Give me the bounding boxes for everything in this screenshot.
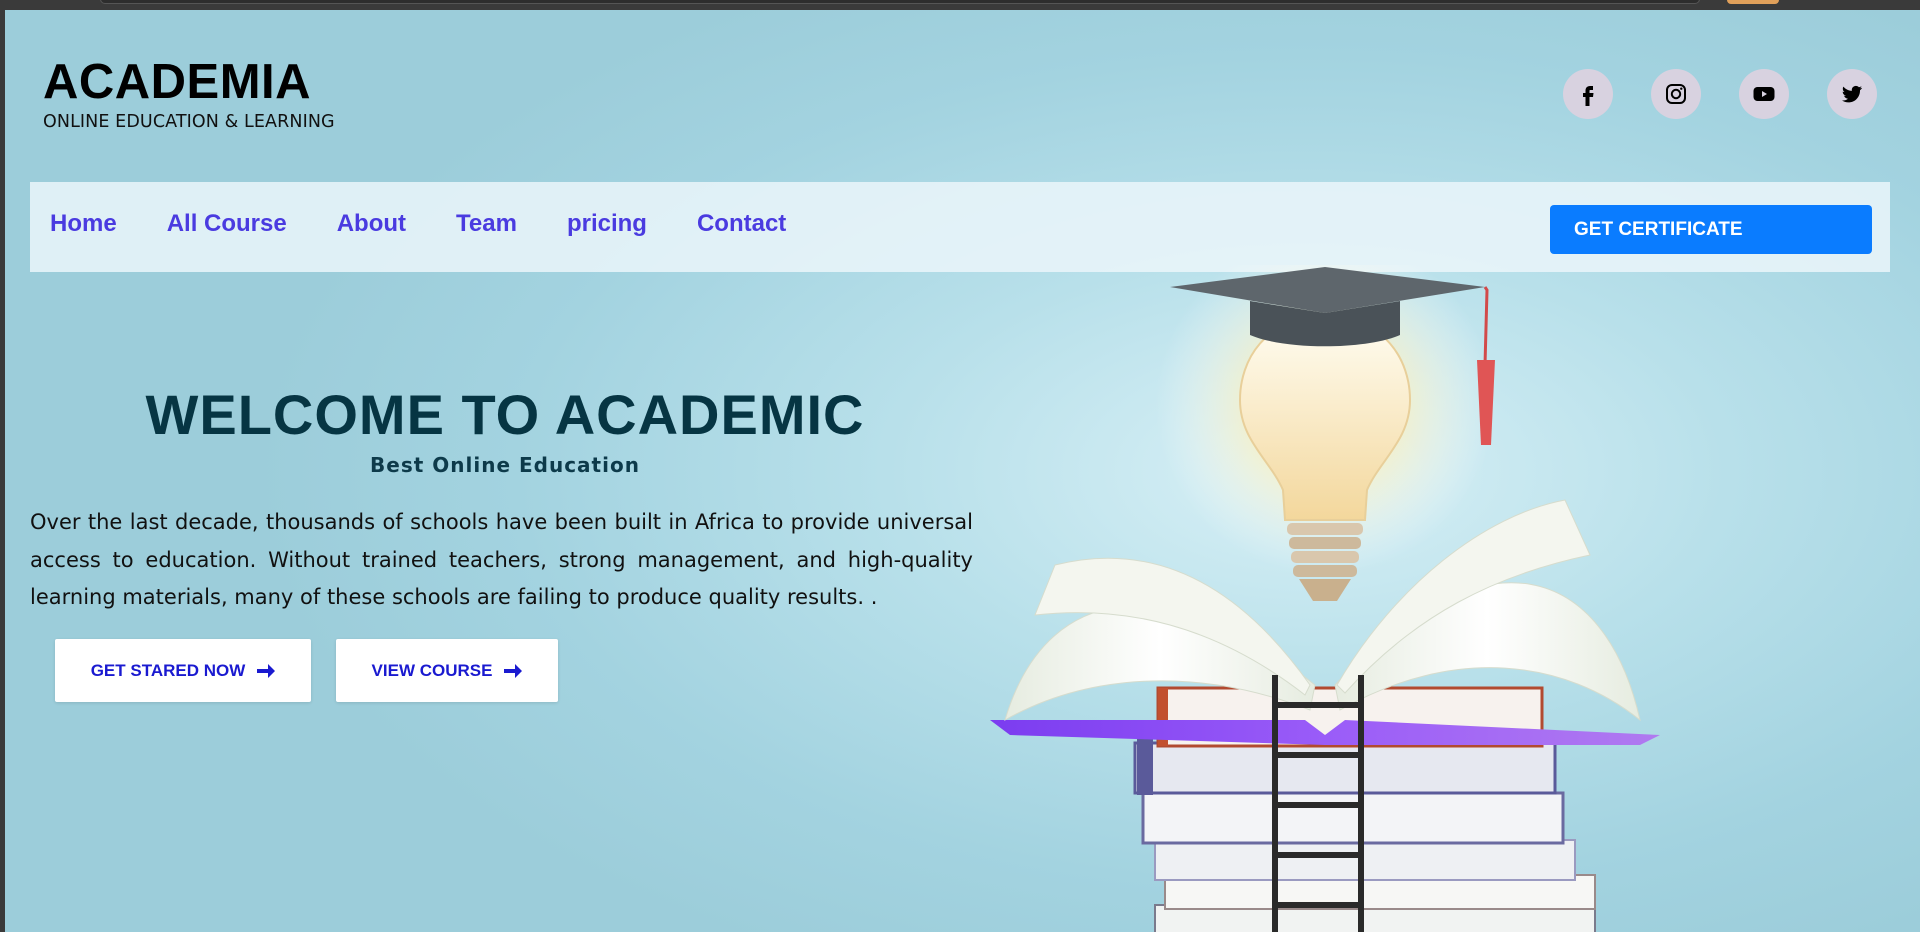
instagram-link[interactable] [1651, 69, 1701, 119]
nav-contact[interactable]: Contact [697, 210, 786, 238]
youtube-link[interactable] [1739, 69, 1789, 119]
view-course-button[interactable]: VIEW COURSE [336, 639, 558, 702]
hero-illustration [990, 265, 1660, 932]
get-started-label: GET STARED NOW [90, 660, 246, 680]
hero-title: WELCOME TO ACADEMIC [145, 383, 865, 446]
brand-subtitle: ONLINE EDUCATION & LEARNING [43, 112, 335, 132]
browser-badge [1727, 0, 1779, 4]
brand[interactable]: ACADEMIA ONLINE EDUCATION & LEARNING [43, 54, 335, 132]
get-certificate-button[interactable]: GET CERTIFICATE [1550, 205, 1872, 254]
nav-about[interactable]: About [337, 210, 406, 238]
youtube-icon [1753, 87, 1775, 101]
address-bar[interactable] [100, 0, 1700, 4]
nav-all-course[interactable]: All Course [167, 210, 287, 238]
twitter-link[interactable] [1827, 69, 1877, 119]
hero-subtitle: Best Online Education [370, 453, 640, 477]
hero-description: Over the last decade, thousands of schoo… [30, 510, 973, 609]
page: ACADEMIA ONLINE EDUCATION & LEARNING Hom… [5, 10, 1920, 932]
instagram-icon [1666, 84, 1686, 104]
get-started-button[interactable]: GET STARED NOW [55, 639, 311, 702]
social-links [1563, 69, 1877, 119]
nav-home[interactable]: Home [50, 210, 117, 238]
twitter-icon [1842, 85, 1862, 103]
nav-team[interactable]: Team [456, 210, 517, 238]
nav-pricing[interactable]: pricing [567, 210, 647, 238]
facebook-link[interactable] [1563, 69, 1613, 119]
browser-frame [0, 0, 1920, 10]
arrow-right-icon [504, 663, 523, 678]
brand-title: ACADEMIA [43, 55, 312, 109]
view-course-label: VIEW COURSE [371, 660, 493, 680]
nav-links: Home All Course About Team pricing Conta… [50, 210, 786, 238]
facebook-icon [1583, 86, 1594, 106]
main-navbar: Home All Course About Team pricing Conta… [30, 182, 1890, 272]
arrow-right-icon [257, 663, 276, 678]
